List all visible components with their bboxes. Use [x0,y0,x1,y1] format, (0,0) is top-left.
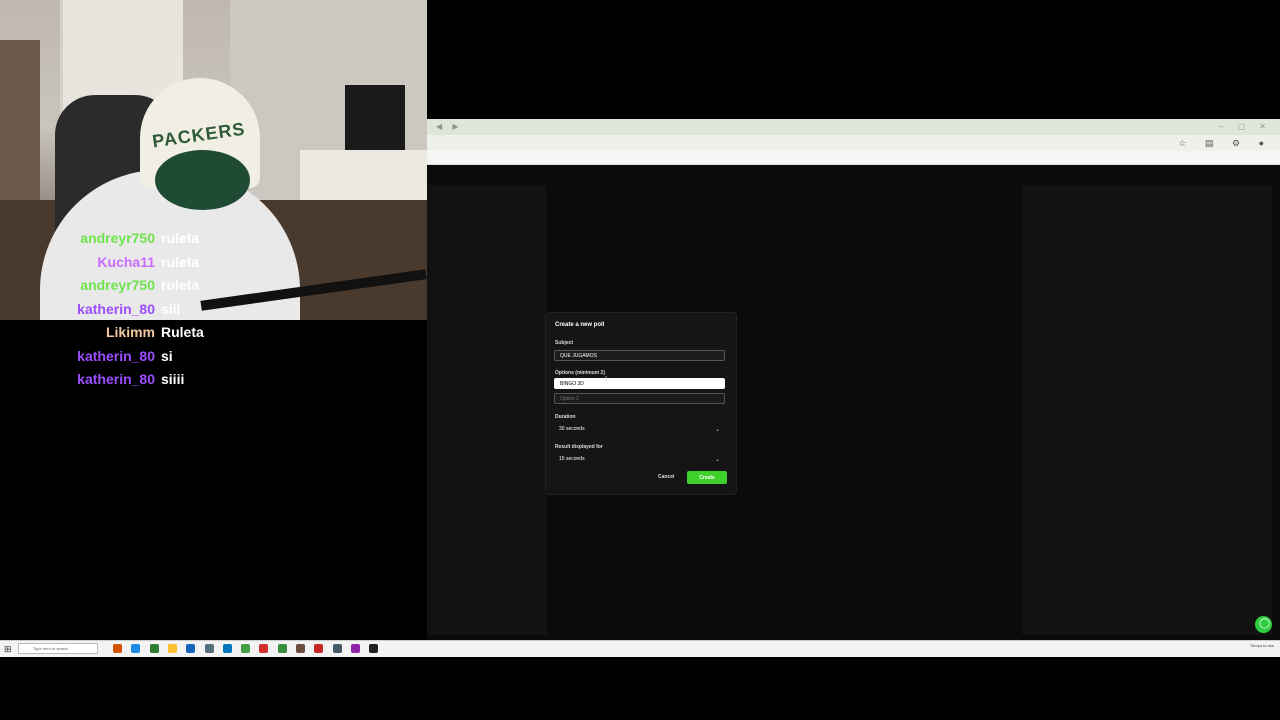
taskbar-app-icon[interactable] [296,644,305,653]
browser-toolbar-icons[interactable]: ☆ ▤ ⚙ ● [1178,138,1272,149]
taskbar-app-icon[interactable] [314,644,324,653]
create-poll-modal: Create a new poll Subject QUE JUGAMOS Op… [545,312,737,495]
chat-text: ruleta [161,230,200,246]
chat-username: andreyr750 [80,230,155,246]
chat-username: Likimm [105,324,155,340]
taskbar-app-icon[interactable] [131,644,141,653]
dim-right-panel [1022,185,1272,635]
cancel-button[interactable]: Cancel [658,474,674,480]
chat-text: ruleta [161,253,200,270]
chevron-down-icon: ⌄ [714,427,720,433]
shelf [0,40,40,220]
option1-input[interactable]: BINGO 3D [554,378,725,389]
chat-text: ruleta [161,277,200,293]
taskbar-app-icon[interactable] [149,644,159,653]
taskbar-app-icon[interactable] [350,644,360,653]
window-controls-icon[interactable]: – ▢ ✕ [1219,122,1272,131]
option2-input[interactable]: Option 2 [554,393,725,404]
cap-brim [155,150,250,210]
text-cursor-icon: I [605,375,608,384]
chat-text: Ruleta [161,324,204,340]
taskbar: ⊞ Type here to search Temps to rise [0,640,1280,657]
taskbar-search-input[interactable]: Type here to search [18,643,98,654]
duration-label: Duration [555,414,576,420]
windows-start-icon[interactable]: ⊞ [4,644,12,655]
subject-input[interactable]: QUE JUGAMOS [554,350,725,361]
chat-username: Kucha11 [97,253,155,270]
create-button[interactable]: Create [687,471,727,484]
chat-username: katherin_80 [77,300,155,317]
browser-tab-bar [427,119,1280,135]
chat-text: si [161,347,173,364]
taskbar-app-icon[interactable] [369,644,379,653]
system-tray[interactable]: Temps to rise [1250,643,1274,648]
modal-title: Create a new poll [555,322,605,328]
chat-username: katherin_80 [77,371,155,387]
taskbar-app-icon[interactable] [113,644,122,653]
chat-bubble-icon: ◯ [1259,618,1271,629]
nav-arrows-icon[interactable]: ◀ ▶ [436,122,463,131]
duration-select[interactable]: 30 seconds ⌄ [554,424,725,435]
webcam-feed: PACKERS [0,0,427,320]
taskbar-app-icon[interactable] [332,644,342,653]
duration-value: 30 seconds [559,426,585,432]
subject-label: Subject [555,340,574,346]
chevron-down-icon: ⌄ [714,457,720,463]
result-label: Result displayed for [555,444,603,450]
browser-address-bar[interactable] [427,135,1280,151]
options-label: Options (minimum 2) [555,370,605,376]
taskbar-app-icon[interactable] [167,644,177,653]
taskbar-app-icon[interactable] [277,644,287,653]
taskbar-app-icon[interactable] [259,644,269,653]
chat-text: siii [161,300,181,317]
chat-username: katherin_80 [77,347,155,364]
table [300,150,427,200]
taskbar-app-icon[interactable] [186,644,196,653]
dim-sidebar [427,185,547,635]
chat-float-button[interactable]: ◯ [1255,616,1272,633]
chat-text: siiii [161,371,185,387]
chat-username: andreyr750 [80,277,155,293]
taskbar-app-icon[interactable] [204,644,214,653]
result-select[interactable]: 15 seconds ⌄ [554,454,725,465]
monitor [345,85,405,155]
taskbar-app-icon[interactable] [241,644,251,653]
browser-bookmarks-bar [427,151,1280,165]
result-value: 15 seconds [559,456,585,462]
taskbar-app-icon[interactable] [222,644,232,653]
